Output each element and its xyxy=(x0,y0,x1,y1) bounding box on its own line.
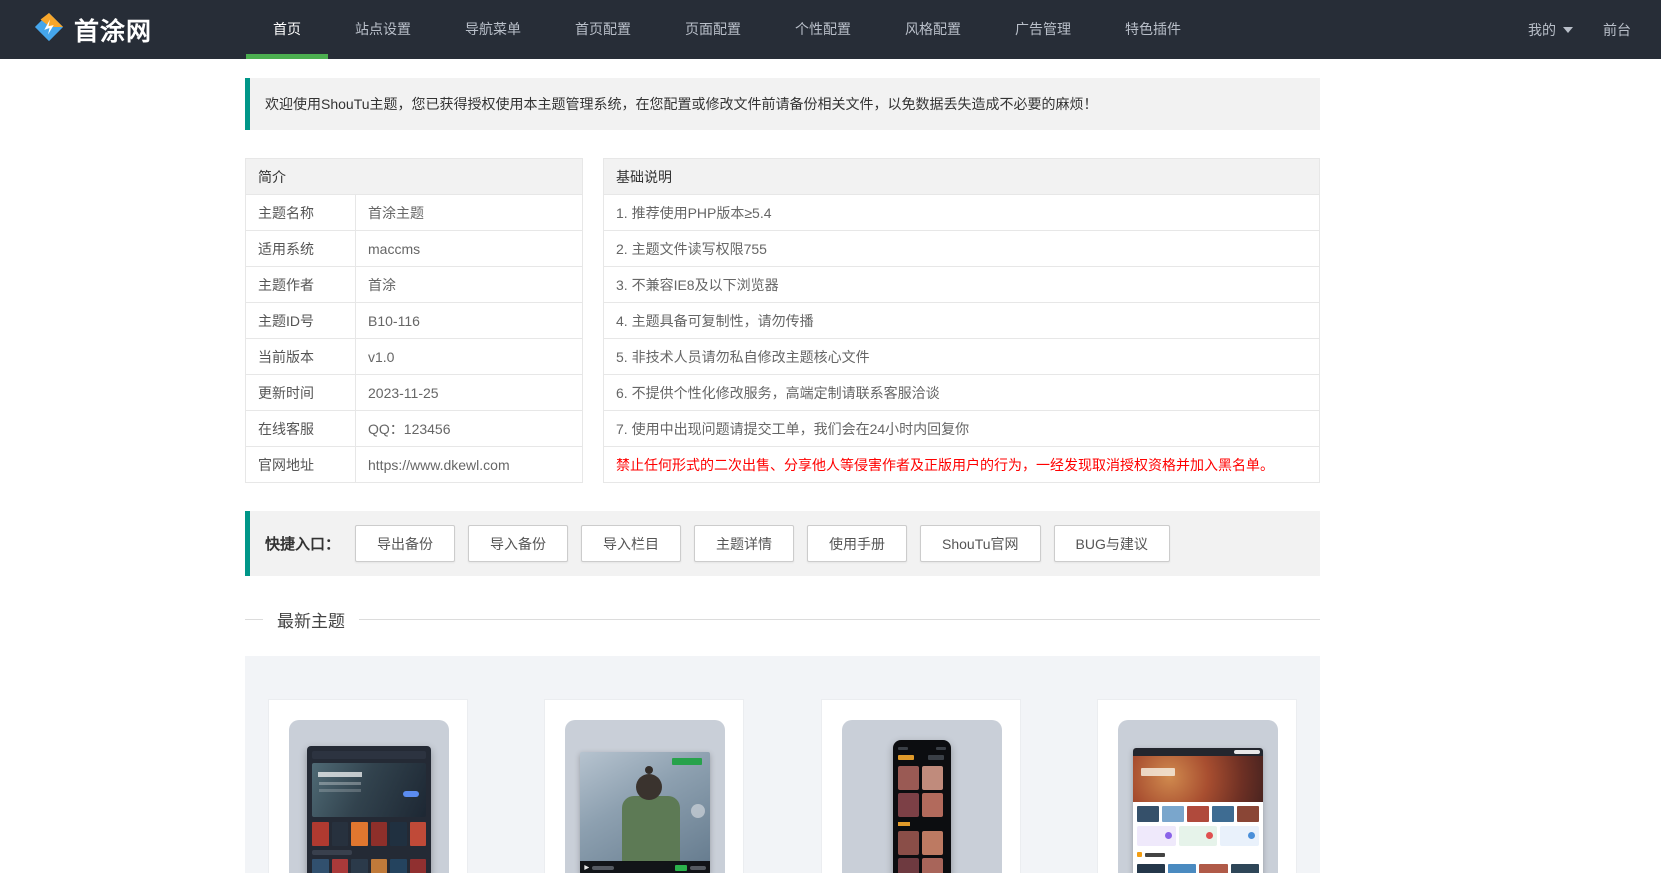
title-divider-right xyxy=(359,619,1320,620)
intro-table-title: 简介 xyxy=(245,158,583,195)
notes-table: 基础说明 1. 推荐使用PHP版本≥5.4 2. 主题文件读写权限755 3. … xyxy=(603,158,1320,483)
note-text: 2. 主题文件读写权限755 xyxy=(603,230,1320,267)
front-site-link[interactable]: 前台 xyxy=(1603,20,1631,40)
nav-item[interactable]: 首页配置 xyxy=(548,0,658,59)
table-row: 5. 非技术人员请勿私自修改主题核心文件 xyxy=(603,338,1320,375)
table-row: 7. 使用中出现问题请提交工单，我们会在24小时内回复你 xyxy=(603,410,1320,447)
nav-item[interactable]: 首页 xyxy=(246,0,328,59)
quick-entry-button[interactable]: ShouTu官网 xyxy=(920,525,1041,562)
row-value: maccms xyxy=(355,230,583,267)
chevron-down-icon xyxy=(1563,26,1573,33)
row-value: 2023-11-25 xyxy=(355,374,583,411)
row-value: B10-116 xyxy=(355,302,583,339)
nav-item[interactable]: 广告管理 xyxy=(988,0,1098,59)
row-value: QQ：123456 xyxy=(355,410,583,447)
user-menu-label: 我的 xyxy=(1528,21,1556,38)
table-row: 4. 主题具备可复制性，请勿传播 xyxy=(603,302,1320,339)
nav-item[interactable]: 特色插件 xyxy=(1098,0,1208,59)
quick-entry-button[interactable]: 使用手册 xyxy=(807,525,908,562)
quick-entry-button[interactable]: BUG与建议 xyxy=(1053,525,1170,562)
note-text: 5. 非技术人员请勿私自修改主题核心文件 xyxy=(603,338,1320,375)
table-row: 当前版本 v1.0 xyxy=(245,338,583,375)
table-row: 主题作者 首涂 xyxy=(245,266,583,303)
info-tables: 简介 主题名称 首涂主题 适用系统 maccms 主题作者 首涂 主题ID号 B… xyxy=(245,158,1320,483)
theme-card[interactable] xyxy=(268,699,468,873)
nav-item[interactable]: 页面配置 xyxy=(658,0,768,59)
welcome-notice: 欢迎使用ShouTu主题，您已获得授权使用本主题管理系统，在您配置或修改文件前请… xyxy=(245,78,1320,130)
nav-item[interactable]: 导航菜单 xyxy=(438,0,548,59)
nav-item[interactable]: 站点设置 xyxy=(328,0,438,59)
table-row: 3. 不兼容IE8及以下浏览器 xyxy=(603,266,1320,303)
theme-thumbnail xyxy=(565,720,726,873)
row-value: 首涂 xyxy=(355,266,583,303)
note-text: 7. 使用中出现问题请提交工单，我们会在24小时内回复你 xyxy=(603,410,1320,447)
row-label: 在线客服 xyxy=(245,410,356,447)
warning-text: 禁止任何形式的二次出售、分享他人等侵害作者及正版用户的行为，一经发现取消授权资格… xyxy=(603,446,1320,483)
page: 首涂网 首页 站点设置 导航菜单 首页配置 页面配置 个性配置 风格配置 广告管… xyxy=(0,0,1661,873)
note-text: 3. 不兼容IE8及以下浏览器 xyxy=(603,266,1320,303)
row-value: https://www.dkewl.com xyxy=(355,446,583,483)
note-text: 1. 推荐使用PHP版本≥5.4 xyxy=(603,194,1320,231)
table-row: 在线客服 QQ：123456 xyxy=(245,410,583,447)
table-row: 适用系统 maccms xyxy=(245,230,583,267)
quick-entry-label: 快捷入口： xyxy=(265,536,341,553)
site-logo[interactable]: 首涂网 xyxy=(34,12,246,48)
row-label: 主题名称 xyxy=(245,194,356,231)
table-row: 1. 推荐使用PHP版本≥5.4 xyxy=(603,194,1320,231)
latest-themes-header: 最新主题 xyxy=(245,607,1320,632)
row-label: 更新时间 xyxy=(245,374,356,411)
logo-text: 首涂网 xyxy=(74,17,153,46)
row-label: 当前版本 xyxy=(245,338,356,375)
row-label: 主题作者 xyxy=(245,266,356,303)
row-value: 首涂主题 xyxy=(355,194,583,231)
table-row: 更新时间 2023-11-25 xyxy=(245,374,583,411)
main-nav: 首页 站点设置 导航菜单 首页配置 页面配置 个性配置 风格配置 广告管理 特色… xyxy=(246,0,1208,59)
nav-item[interactable]: 风格配置 xyxy=(878,0,988,59)
latest-themes-panel xyxy=(245,656,1320,873)
theme-thumbnail xyxy=(1117,720,1278,873)
theme-card[interactable] xyxy=(820,699,1021,873)
warning-row: 禁止任何形式的二次出售、分享他人等侵害作者及正版用户的行为，一经发现取消授权资格… xyxy=(603,446,1320,483)
table-row: 主题ID号 B10-116 xyxy=(245,302,583,339)
nav-item[interactable]: 个性配置 xyxy=(768,0,878,59)
row-label: 适用系统 xyxy=(245,230,356,267)
note-text: 4. 主题具备可复制性，请勿传播 xyxy=(603,302,1320,339)
theme-thumbnail xyxy=(289,720,449,873)
table-row: 6. 不提供个性化修改服务，高端定制请联系客服洽谈 xyxy=(603,374,1320,411)
row-value: v1.0 xyxy=(355,338,583,375)
quick-entry-button[interactable]: 主题详情 xyxy=(694,525,795,562)
quick-entry-bar: 快捷入口： 导出备份 导入备份 导入栏目 主题详情 使用手册 ShouTu官网 … xyxy=(245,511,1320,576)
user-menu[interactable]: 我的 xyxy=(1528,20,1573,40)
quick-entry-button[interactable]: 导入备份 xyxy=(468,525,569,562)
table-row: 主题名称 首涂主题 xyxy=(245,194,583,231)
logo-icon xyxy=(34,12,64,47)
theme-card[interactable] xyxy=(1096,699,1297,873)
note-text: 6. 不提供个性化修改服务，高端定制请联系客服洽谈 xyxy=(603,374,1320,411)
notes-table-title: 基础说明 xyxy=(603,158,1320,195)
main-content: 欢迎使用ShouTu主题，您已获得授权使用本主题管理系统，在您配置或修改文件前请… xyxy=(245,78,1320,873)
quick-entry-button[interactable]: 导入栏目 xyxy=(581,525,682,562)
row-label: 主题ID号 xyxy=(245,302,356,339)
theme-thumbnail xyxy=(841,720,1002,873)
intro-table: 简介 主题名称 首涂主题 适用系统 maccms 主题作者 首涂 主题ID号 B… xyxy=(245,158,583,483)
table-row: 2. 主题文件读写权限755 xyxy=(603,230,1320,267)
section-title-text: 最新主题 xyxy=(277,612,345,631)
theme-card[interactable] xyxy=(544,699,745,873)
quick-entry-button[interactable]: 导出备份 xyxy=(355,525,456,562)
top-navbar: 首涂网 首页 站点设置 导航菜单 首页配置 页面配置 个性配置 风格配置 广告管… xyxy=(0,0,1661,59)
table-row: 官网地址 https://www.dkewl.com xyxy=(245,446,583,483)
title-divider-left xyxy=(245,619,263,620)
row-label: 官网地址 xyxy=(245,446,356,483)
